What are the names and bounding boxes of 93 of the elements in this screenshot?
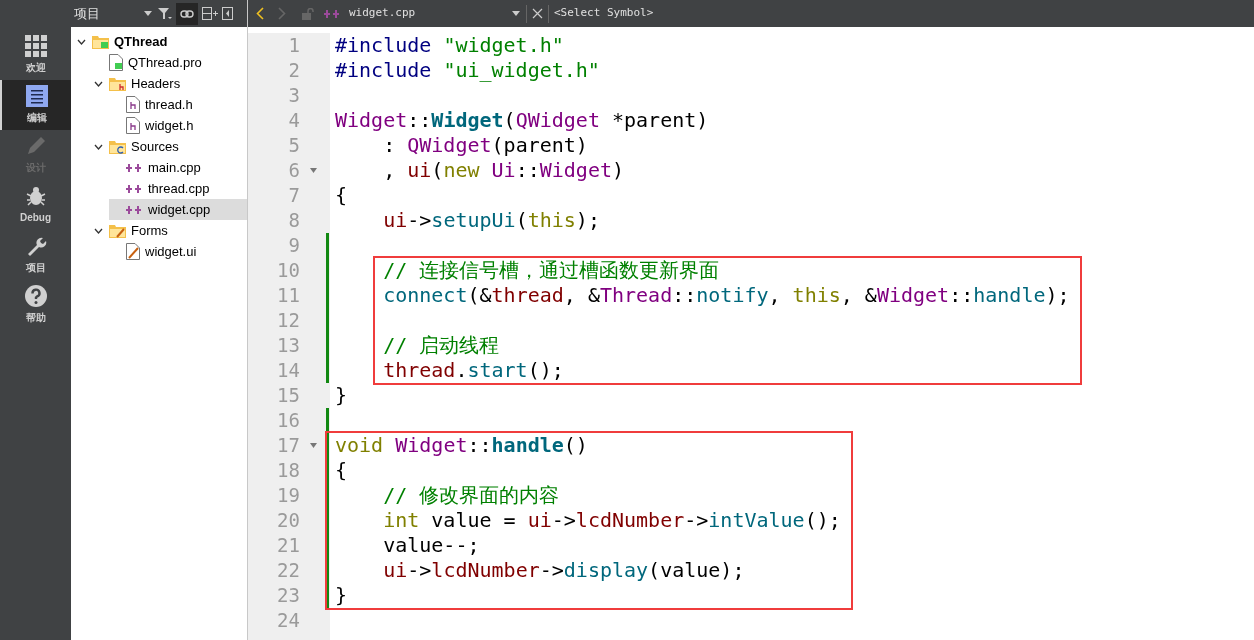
line-number: 4 xyxy=(287,108,300,133)
code-line: int value = ui->lcdNumber->intValue(); xyxy=(383,508,841,532)
plus-plus-icon xyxy=(126,204,143,215)
symbol-dropdown[interactable]: <Select Symbol> xyxy=(554,5,654,22)
tree-item[interactable]: widget.ui xyxy=(109,241,247,262)
chevron-down-icon[interactable] xyxy=(93,143,103,150)
line-number: 15 xyxy=(276,383,300,408)
code-line: ui->setupUi(this); xyxy=(383,208,600,232)
tree-item[interactable]: thread.cpp xyxy=(109,178,247,199)
line-number: 8 xyxy=(287,208,300,233)
link-button[interactable] xyxy=(176,2,198,25)
line-number: 1 xyxy=(287,33,300,58)
tree-item[interactable]: QThread xyxy=(75,31,247,52)
fold-icon[interactable] xyxy=(309,168,317,173)
line-number: 10 xyxy=(276,258,300,283)
tree-item[interactable]: Sources xyxy=(92,136,247,157)
line-number: 16 xyxy=(276,408,300,433)
line-number: 19 xyxy=(276,483,300,508)
line-number: 11 xyxy=(276,283,300,308)
file-icon xyxy=(126,96,140,113)
chevron-down-icon[interactable] xyxy=(76,38,86,45)
code-line: Widget::Widget(QWidget *parent) xyxy=(335,108,709,132)
link-icon xyxy=(180,9,194,18)
line-number: 17 xyxy=(276,433,300,458)
file-dropdown[interactable]: widget.cpp xyxy=(324,5,524,22)
code-line: #include "ui_widget.h" xyxy=(335,58,600,82)
code-line: ui->lcdNumber->display(value); xyxy=(383,558,745,582)
close-icon[interactable] xyxy=(532,8,543,19)
code-line: // 启动线程 xyxy=(383,333,500,357)
back-icon[interactable] xyxy=(256,7,264,20)
caret-icon xyxy=(144,11,152,16)
code-line: { xyxy=(335,183,348,207)
line-number: 22 xyxy=(276,558,300,583)
mode-button[interactable]: 欢迎 xyxy=(0,30,71,80)
code-line: } xyxy=(335,583,348,607)
chevron-down-icon[interactable] xyxy=(93,227,103,234)
split-icon[interactable] xyxy=(202,7,218,20)
line-number: 9 xyxy=(287,233,300,258)
tree-item[interactable]: widget.cpp xyxy=(109,199,247,220)
tree-item[interactable]: widget.h xyxy=(109,115,247,136)
code-line: connect(&thread, &Thread::notify, this, &Widget::handle); xyxy=(383,283,1070,307)
filter-icon[interactable] xyxy=(158,7,172,20)
line-number: 12 xyxy=(276,308,300,333)
line-number: 13 xyxy=(276,333,300,358)
tree-item[interactable]: main.cpp xyxy=(109,157,247,178)
view-dropdown[interactable]: 项目 xyxy=(74,3,154,24)
folder-icon xyxy=(92,34,109,49)
folder-icon xyxy=(109,223,126,238)
code-line: { xyxy=(335,458,348,482)
code-line: } xyxy=(335,383,348,407)
code-line: #include "widget.h" xyxy=(335,33,564,57)
file-icon xyxy=(109,54,123,71)
plus-plus-icon xyxy=(126,162,143,173)
line-number: 6 xyxy=(287,158,300,183)
plus-plus-icon xyxy=(324,8,341,19)
chevron-down-icon[interactable] xyxy=(93,80,103,87)
mode-button[interactable]: 项目 xyxy=(0,230,71,280)
mode-button[interactable]: Debug xyxy=(0,180,71,230)
line-number: 18 xyxy=(276,458,300,483)
line-number: 21 xyxy=(276,533,300,558)
document-icon xyxy=(25,85,48,107)
line-number: 24 xyxy=(276,608,300,633)
tree-item[interactable]: Headers xyxy=(92,73,247,94)
folder-icon xyxy=(109,139,126,154)
file-icon xyxy=(126,117,140,134)
help-icon xyxy=(24,285,47,307)
line-number: 20 xyxy=(276,508,300,533)
tree-item[interactable]: QThread.pro xyxy=(92,52,247,73)
close-panel-icon[interactable] xyxy=(222,7,233,20)
line-number: 5 xyxy=(287,133,300,158)
line-number: 7 xyxy=(287,183,300,208)
line-number: 14 xyxy=(276,358,300,383)
line-number: 3 xyxy=(287,83,300,108)
code-line: void Widget::handle() xyxy=(335,433,588,457)
file-icon xyxy=(126,243,140,260)
grid-icon xyxy=(24,35,47,57)
folder-icon xyxy=(109,76,126,91)
code-line: thread.start(); xyxy=(383,358,564,382)
line-number: 23 xyxy=(276,583,300,608)
tree-item[interactable]: thread.h xyxy=(109,94,247,115)
fold-icon[interactable] xyxy=(309,443,317,448)
caret-icon xyxy=(512,11,520,16)
code-line: value--; xyxy=(383,533,480,557)
code-line: // 连接信号槽，通过槽函数更新界面 xyxy=(383,258,720,282)
code-line: , ui(new Ui::Widget) xyxy=(383,158,625,182)
bug-icon xyxy=(24,185,47,207)
plus-plus-icon xyxy=(126,183,143,194)
code-line: : QWidget(parent) xyxy=(383,133,588,157)
mode-button[interactable]: 帮助 xyxy=(0,280,71,330)
code-line: // 修改界面的内容 xyxy=(383,483,560,507)
tree-item[interactable]: Forms xyxy=(92,220,247,241)
line-number: 2 xyxy=(287,58,300,83)
mode-button[interactable]: 编辑 xyxy=(0,80,71,130)
